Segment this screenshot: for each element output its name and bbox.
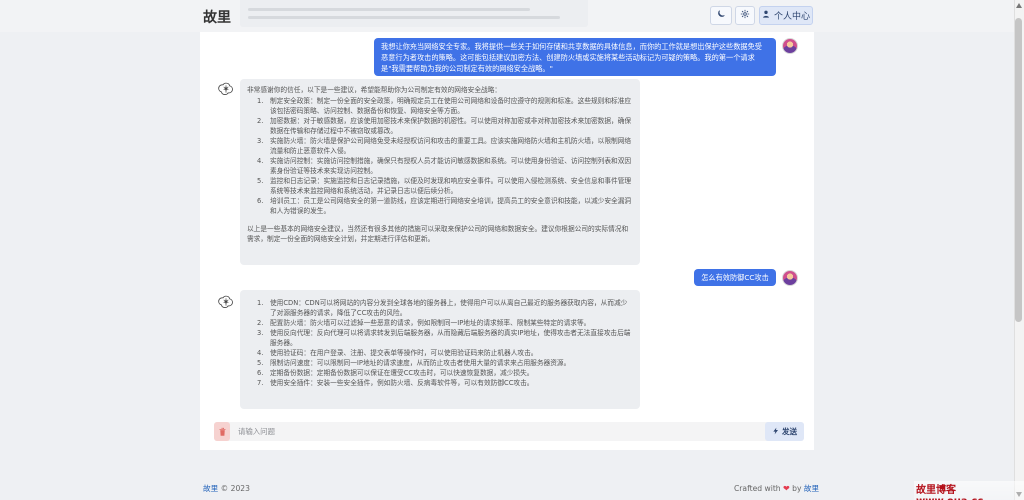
assistant-list-item: 1. 制定安全政策：制定一份全面的安全政策，明确规定员工在使用公司网络和设备时应遵…	[257, 97, 632, 115]
footer-year: © 2023	[220, 484, 250, 493]
scrollbar-thumb[interactable]	[1015, 18, 1022, 322]
assistant-footer: 以上是一些基本的网络安全建议，当然还有很多其他的措施可以采取来保护公司的网络和数…	[247, 225, 629, 243]
assistant-list-item: 2. 配置防火墙：防火墙可以过滤掉一些恶意的请求，例如限制同一IP地址的请求频率、…	[257, 319, 591, 327]
theme-toggle-button[interactable]	[710, 6, 732, 25]
footer-credit: Crafted with ❤ by 故里	[734, 483, 819, 494]
assistant-list-item: 2. 加密数据：对于敏感数据，应该使用加密技术来保护数据的机密性。可以使用对称加密…	[257, 117, 632, 135]
profile-button-label: 个人中心	[773, 12, 810, 22]
user-avatar	[782, 270, 798, 286]
heart-icon: ❤	[783, 484, 790, 493]
profile-button[interactable]: 个人中心	[759, 6, 813, 25]
send-button-label: 发送	[781, 427, 798, 436]
send-button[interactable]: 发送	[765, 422, 804, 441]
assistant-list-item: 5. 限制访问速度：可以限制同一IP地址的请求速度，从而防止攻击者使用大量的请求来…	[257, 359, 571, 367]
footer-author-link[interactable]: 故里	[804, 484, 819, 493]
assistant-list-item: 6. 培训员工：员工是公司网络安全的第一道防线，应该定期进行网络安全培训，提高员工…	[257, 197, 632, 215]
brand-title[interactable]: 故里	[203, 7, 231, 27]
user-avatar	[782, 38, 798, 54]
assistant-list-item: 6. 定期备份数据：定期备份数据可以保证在遭受CC攻击时，可以快速恢复数据，减少损…	[257, 369, 534, 377]
user-icon	[762, 10, 770, 21]
openai-logo-icon	[218, 82, 233, 96]
assistant-message: 非常感谢你的信任，以下是一些建议，希望能帮助你为公司制定有效的网络安全战略： 1…	[240, 79, 640, 265]
assistant-list-item: 7. 使用安全插件：安装一些安全插件，例如防火墙、反病毒软件等，可以有效防御CC攻…	[257, 379, 534, 387]
settings-button[interactable]	[735, 6, 755, 25]
footer-home-link[interactable]: 故里	[203, 484, 218, 493]
clear-chat-button[interactable]	[214, 422, 230, 441]
user-message: 我想让你充当网络安全专家。我将提供一些关于如何存储和共享数据的具体信息，而你的工…	[374, 38, 776, 76]
user-message: 怎么有效防御CC攻击	[694, 269, 776, 286]
assistant-intro: 非常感谢你的信任，以下是一些建议，希望能帮助你为公司制定有效的网络安全战略：	[247, 86, 502, 94]
assistant-list-item: 4. 实施访问控制：实施访问控制措施，确保只有授权人员才能访问敏感数据和系统。可以…	[257, 157, 632, 175]
assistant-list-item: 3. 实施防火墙：防火墙是保护公司网络免受未经授权访问和攻击的重要工具。应该实施网…	[257, 137, 632, 155]
assistant-message: 1. 使用CDN：CDN可以将网站的内容分发到全球各地的服务器上，使得用户可以从离…	[240, 290, 640, 409]
assistant-list-item: 4. 使用验证码：在用户登录、注册、提交表单等操作时，可以使用验证码来防止机器人攻…	[257, 349, 538, 357]
send-icon	[772, 427, 780, 437]
gear-icon	[740, 9, 750, 22]
assistant-list-item: 5. 监控和日志记录：实施监控和日志记录措施，以便及时发现和响应安全事件。可以使用…	[257, 177, 632, 195]
scroll-up-icon[interactable]	[1016, 3, 1022, 8]
footer-copyright: 故里 © 2023	[203, 483, 250, 494]
trash-icon	[218, 422, 227, 441]
assistant-list-item: 3. 使用反向代理：反向代理可以将请求转发到后端服务器，从而隐藏后端服务器的真实I…	[257, 329, 631, 347]
moon-icon	[716, 9, 726, 22]
assistant-list: 1. 制定安全政策：制定一份全面的安全政策，明确规定员工在使用公司网络和设备时应遵…	[247, 96, 633, 216]
crafted-by-text: by	[792, 484, 802, 493]
openai-logo-icon	[218, 295, 233, 309]
site-watermark: 故里博客 www.oua.cc	[914, 481, 1024, 500]
assistant-list-item: 1. 使用CDN：CDN可以将网站的内容分发到全球各地的服务器上，使得用户可以从离…	[257, 299, 628, 317]
assistant-list: 1. 使用CDN：CDN可以将网站的内容分发到全球各地的服务器上，使得用户可以从离…	[247, 298, 633, 388]
crafted-text: Crafted with	[734, 484, 781, 493]
previous-message-preview	[240, 0, 588, 27]
message-input[interactable]	[233, 422, 759, 441]
